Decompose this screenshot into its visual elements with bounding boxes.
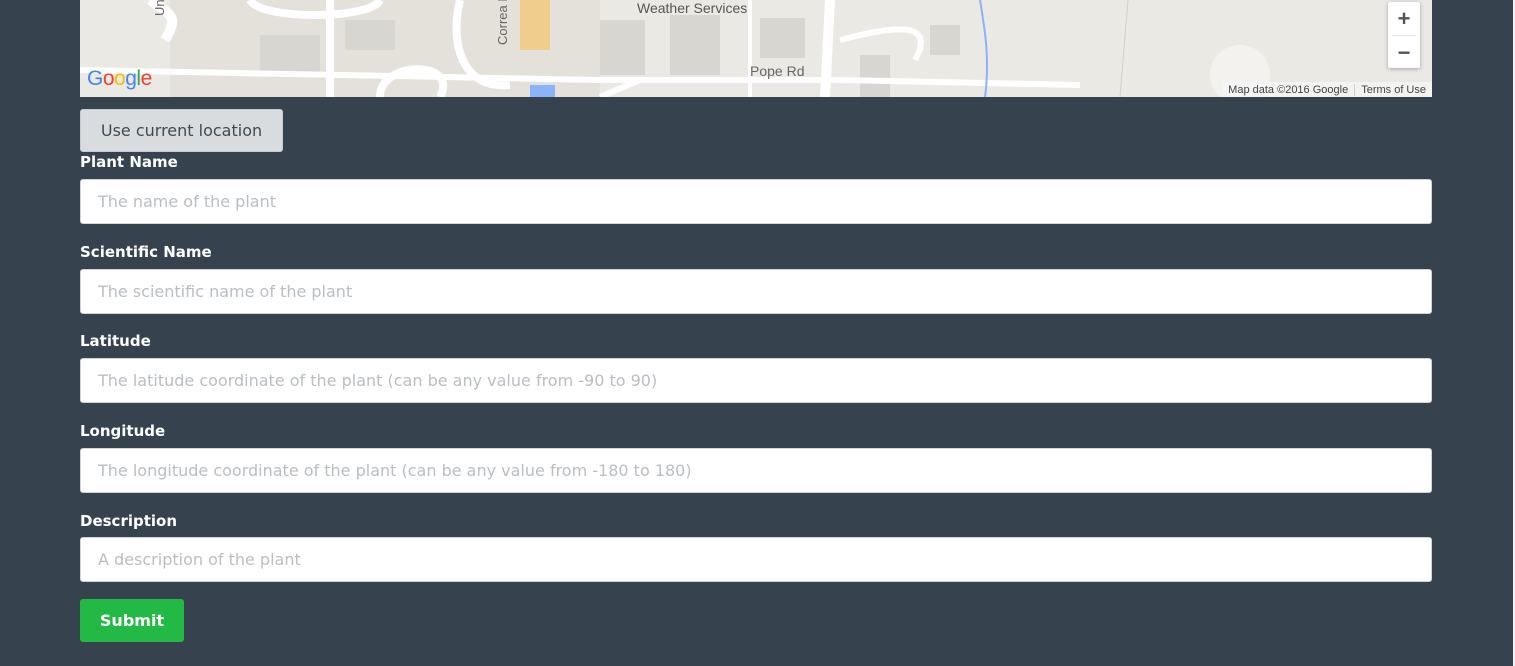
- map-data-text: Map data ©2016 Google: [1228, 83, 1349, 96]
- zoom-in-button[interactable]: +: [1388, 2, 1420, 35]
- plant-name-input[interactable]: [80, 179, 1432, 224]
- page: Weather Services Pope Rd Correa Rd Un Go…: [0, 0, 1515, 666]
- plant-name-label: Plant Name: [80, 153, 178, 171]
- description-label: Description: [80, 512, 178, 530]
- submit-button[interactable]: Submit: [80, 599, 184, 642]
- map-street-label-university: Un: [152, 0, 167, 16]
- map-street-label-pope: Pope Rd: [750, 63, 805, 79]
- latitude-input[interactable]: [80, 358, 1432, 403]
- scientific-name-input[interactable]: [80, 269, 1432, 314]
- description-input[interactable]: [80, 537, 1432, 582]
- use-current-location-button[interactable]: Use current location: [80, 109, 283, 152]
- scientific-name-label: Scientific Name: [80, 243, 212, 261]
- latitude-label: Latitude: [80, 332, 151, 350]
- terms-of-use-link[interactable]: Terms of Use: [1355, 84, 1432, 96]
- map[interactable]: Weather Services Pope Rd Correa Rd Un Go…: [80, 0, 1432, 97]
- longitude-label: Longitude: [80, 422, 166, 440]
- map-attribution: Map data ©2016 Google Terms of Use: [1222, 82, 1432, 97]
- map-street-label-correa: Correa Rd: [495, 0, 510, 45]
- map-place-label: Weather Services: [637, 0, 748, 16]
- zoom-out-button[interactable]: −: [1388, 36, 1420, 69]
- zoom-control: + −: [1388, 2, 1420, 68]
- longitude-input[interactable]: [80, 448, 1432, 493]
- google-logo[interactable]: Google: [87, 67, 152, 91]
